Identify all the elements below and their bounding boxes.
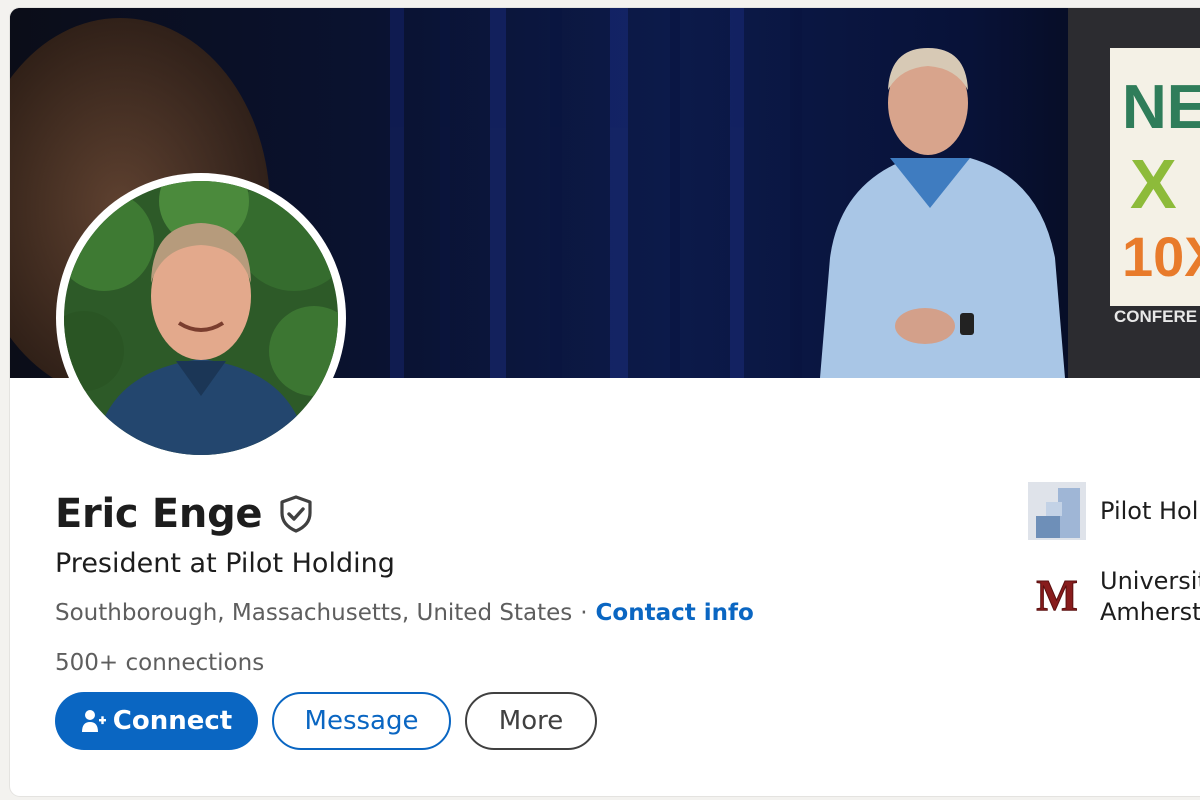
contact-info-link[interactable]: Contact info — [596, 600, 754, 626]
school-logo-icon: M — [1028, 566, 1086, 624]
conference-sign: NE X 10X CONFERE — [1068, 8, 1200, 378]
school-name: Universit Amherst — [1100, 566, 1200, 628]
profile-name: Eric Enge — [55, 491, 263, 537]
more-button[interactable]: More — [465, 692, 597, 750]
sign-line-1: NE — [1122, 73, 1200, 142]
company-logo-icon — [1028, 482, 1086, 540]
location-row: Southborough, Massachusetts, United Stat… — [55, 600, 754, 628]
more-label: More — [498, 706, 564, 736]
profile-avatar[interactable] — [56, 173, 346, 463]
add-person-icon — [81, 710, 106, 732]
location-separator: · — [580, 600, 588, 626]
school-name-line1: Universit — [1100, 567, 1200, 595]
message-label: Message — [304, 706, 419, 736]
profile-actions: Connect Message More — [55, 692, 597, 750]
school-logo-letter: M — [1036, 571, 1078, 620]
sign-line-2: X — [1130, 145, 1177, 223]
verified-shield-icon[interactable] — [276, 494, 316, 534]
profile-headline: President at Pilot Holding — [55, 548, 395, 579]
company-name: Pilot Hol — [1100, 497, 1199, 525]
current-company[interactable]: Pilot Hol — [1028, 482, 1198, 540]
message-button[interactable]: Message — [272, 692, 451, 750]
education-school[interactable]: M Universit Amherst — [1028, 566, 1200, 628]
school-name-line2: Amherst — [1100, 598, 1200, 627]
connections-count[interactable]: 500+ connections — [55, 650, 264, 676]
sign-line-4: CONFERE — [1114, 307, 1197, 326]
connect-button[interactable]: Connect — [55, 692, 258, 750]
name-row: Eric Enge — [55, 494, 316, 534]
profile-card: NE X 10X CONFERE — [10, 8, 1200, 796]
connect-label: Connect — [112, 706, 233, 736]
profile-location: Southborough, Massachusetts, United Stat… — [55, 600, 573, 626]
sign-line-3: 10X — [1122, 225, 1200, 288]
avatar-photo — [64, 181, 338, 455]
